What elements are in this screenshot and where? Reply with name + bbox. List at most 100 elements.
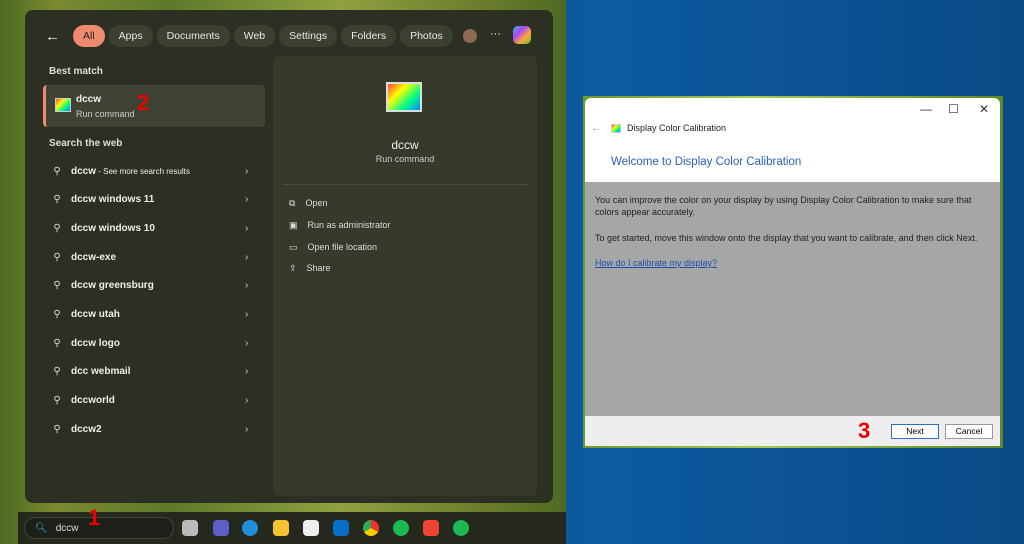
- search-icon: ⚲: [53, 280, 61, 292]
- color-calibration-large-icon: [386, 82, 422, 112]
- chrome-icon[interactable]: [363, 520, 379, 536]
- web-result-item[interactable]: ⚲ dccw - See more search results ›: [43, 158, 265, 184]
- detail-pane: dccw Run command ⧉ Open ▣ Run as administr…: [273, 56, 537, 496]
- color-calibration-icon: [55, 98, 71, 112]
- filter-bar: ← All Apps Documents Web Settings Folder…: [45, 25, 473, 47]
- back-arrow-icon[interactable]: ←: [591, 122, 602, 134]
- search-icon: ⚲: [53, 366, 61, 378]
- instructions-text: To get started, move this window onto th…: [595, 233, 978, 243]
- best-match-subtitle: Run command: [76, 109, 135, 119]
- chevron-right-icon: ›: [245, 251, 249, 263]
- dialog-footer: 3 Next Cancel: [585, 416, 1000, 446]
- search-input[interactable]: dccw: [56, 523, 79, 534]
- web-result-label: dccw utah: [71, 309, 120, 320]
- chevron-right-icon: ›: [245, 423, 249, 435]
- copilot-icon[interactable]: [513, 26, 531, 44]
- best-match-heading: Best match: [49, 66, 103, 77]
- action-open[interactable]: ⧉ Open: [289, 198, 327, 209]
- filter-apps[interactable]: Apps: [108, 25, 153, 47]
- web-result-item[interactable]: ⚲ dccw utah ›: [43, 302, 265, 328]
- shield-icon: ▣: [289, 220, 298, 230]
- intro-text: You can improve the color on your displa…: [595, 195, 972, 217]
- dialog-body: You can improve the color on your displa…: [585, 182, 1000, 416]
- chevron-right-icon: ›: [245, 366, 249, 378]
- chevron-right-icon: ›: [245, 395, 249, 407]
- task-view-icon[interactable]: [182, 520, 198, 536]
- search-icon: ⚲: [53, 165, 61, 177]
- avatar[interactable]: [463, 29, 477, 43]
- close-button[interactable]: ✕: [979, 102, 989, 116]
- step-number-3: 3: [858, 418, 871, 443]
- spotify-icon[interactable]: [393, 520, 409, 536]
- cancel-button[interactable]: Cancel: [945, 424, 993, 439]
- folder-icon: ▭: [289, 242, 298, 252]
- next-button[interactable]: Next: [891, 424, 939, 439]
- best-match-dccw[interactable]: dccw Run command: [43, 85, 265, 127]
- action-label: Run as administrator: [307, 220, 391, 230]
- start-search-panel: ← All Apps Documents Web Settings Folder…: [25, 10, 553, 503]
- web-result-label: dccw windows 11: [71, 194, 155, 206]
- web-result-label: dccw2: [71, 423, 102, 435]
- help-link[interactable]: How do I calibrate my display?: [595, 258, 717, 268]
- chevron-right-icon: ›: [245, 280, 249, 292]
- web-result-label: dccw logo: [71, 337, 120, 349]
- web-result-item[interactable]: ⚲ dccw greensburg ›: [43, 273, 265, 299]
- web-result-item[interactable]: ⚲ dcc webmail ›: [43, 359, 265, 385]
- detail-subtitle: Run command: [375, 154, 435, 164]
- chevron-right-icon: ›: [245, 337, 249, 349]
- window-title-text: Display Color Calibration: [627, 123, 727, 133]
- chevron-right-icon: ›: [245, 222, 249, 234]
- best-match-title: dccw: [76, 94, 102, 105]
- filter-all[interactable]: All: [73, 25, 105, 47]
- web-result-item[interactable]: ⚲ dccw windows 10 ›: [43, 215, 265, 241]
- search-icon: ⚲: [53, 222, 61, 234]
- file-explorer-icon[interactable]: [273, 520, 289, 536]
- maximize-button[interactable]: ☐: [948, 102, 959, 116]
- action-run-as-admin[interactable]: ▣ Run as administrator: [289, 220, 391, 231]
- web-result-label: dccw windows 10: [71, 222, 155, 234]
- search-icon: ⚲: [53, 423, 61, 435]
- web-result-label: dccworld: [71, 395, 115, 407]
- web-result-label: dcc webmail: [71, 366, 131, 378]
- color-calibration-icon: [611, 123, 621, 133]
- back-arrow-icon[interactable]: ←: [45, 28, 69, 45]
- wps-office-icon[interactable]: [423, 520, 439, 536]
- more-options-icon[interactable]: ···: [490, 28, 501, 40]
- minimize-button[interactable]: —: [920, 102, 932, 116]
- action-label: Share: [306, 263, 331, 273]
- microsoft-store-icon[interactable]: [303, 520, 319, 536]
- outlook-icon[interactable]: [333, 520, 349, 536]
- chevron-right-icon: ›: [245, 309, 249, 320]
- search-icon: ⚲: [53, 309, 61, 320]
- divider: [283, 184, 527, 185]
- filter-settings[interactable]: Settings: [279, 25, 338, 47]
- filter-web[interactable]: Web: [233, 25, 276, 47]
- search-icon: ⚲: [53, 194, 61, 206]
- search-icon: ⚲: [53, 395, 61, 407]
- teams-icon[interactable]: [213, 520, 229, 536]
- filter-photos[interactable]: Photos: [400, 25, 453, 47]
- web-result-item[interactable]: ⚲ dccworld ›: [43, 388, 265, 414]
- chevron-right-icon: ›: [245, 165, 249, 177]
- edge-icon[interactable]: [242, 520, 258, 536]
- action-share[interactable]: ⇪ Share: [289, 263, 331, 274]
- web-result-label: dccw - See more search results: [71, 165, 190, 177]
- step-number-2: 2: [137, 90, 150, 115]
- filter-folders[interactable]: Folders: [341, 25, 397, 47]
- spotify-icon-2[interactable]: [453, 520, 469, 536]
- search-icon: 🔍︎: [35, 522, 48, 534]
- detail-title: dccw: [391, 138, 419, 152]
- display-color-calibration-window: — ☐ ✕ ← Display Color Calibration Welcom…: [585, 98, 1000, 446]
- web-result-item[interactable]: ⚲ dccw2 ›: [43, 416, 265, 442]
- web-result-label: dccw greensburg: [71, 280, 154, 292]
- share-icon: ⇪: [289, 263, 297, 273]
- web-result-item[interactable]: ⚲ dccw logo ›: [43, 330, 265, 356]
- open-icon: ⧉: [289, 198, 296, 208]
- action-open-file-location[interactable]: ▭ Open file location: [289, 242, 377, 253]
- filter-documents[interactable]: Documents: [156, 25, 230, 47]
- chevron-right-icon: ›: [245, 194, 249, 206]
- web-result-item[interactable]: ⚲ dccw-exe ›: [43, 244, 265, 270]
- window-title: Display Color Calibration: [611, 123, 726, 133]
- web-result-item[interactable]: ⚲ dccw windows 11 ›: [43, 187, 265, 213]
- search-icon: ⚲: [53, 337, 61, 349]
